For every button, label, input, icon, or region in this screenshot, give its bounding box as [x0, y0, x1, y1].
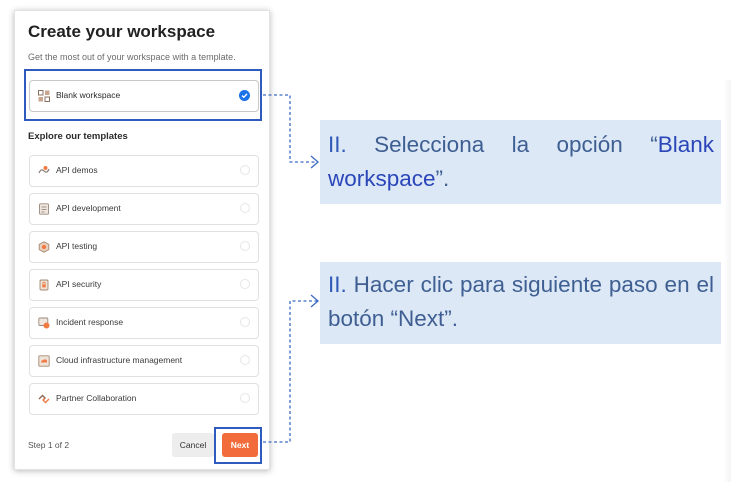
- callout-text-end: ”.: [435, 166, 450, 191]
- callout-step-number: II.: [328, 132, 347, 157]
- callout-connectors: [263, 94, 319, 443]
- callout-text: Selecciona la opción “: [346, 132, 658, 157]
- callout-select-blank-workspace: II. Selecciona la opción “Blank workspac…: [320, 120, 721, 204]
- callout-click-next: II. Hacer clic para siguiente paso en el…: [320, 262, 721, 344]
- callout-step-number: II.: [328, 272, 347, 297]
- callout-text: Hacer clic para siguiente paso en el bot…: [328, 272, 714, 331]
